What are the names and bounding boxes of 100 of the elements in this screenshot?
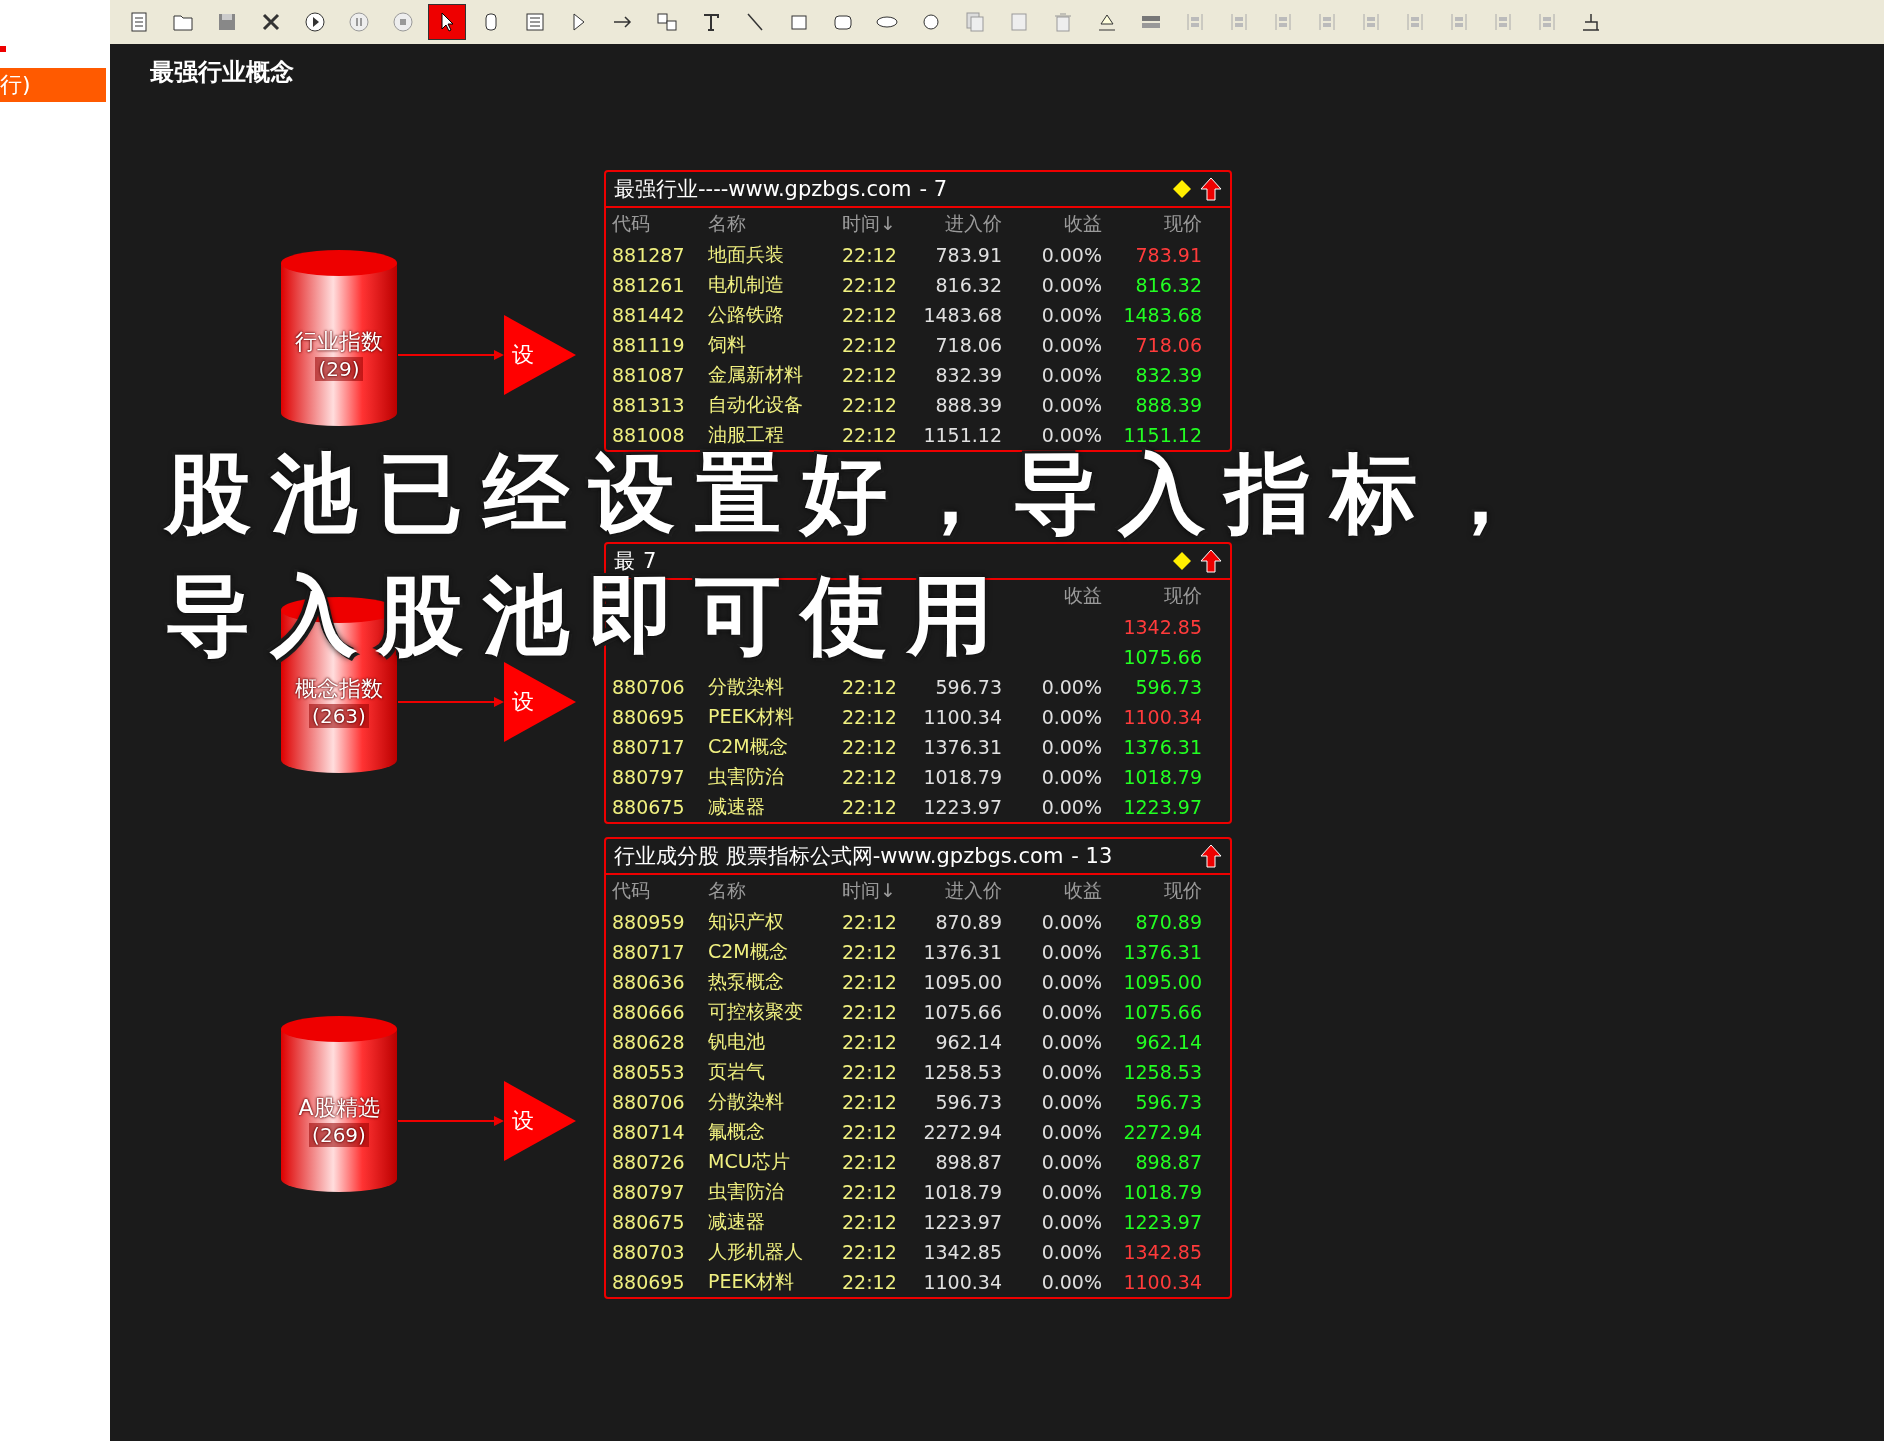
source-count: (269) bbox=[309, 1123, 369, 1147]
price-cell-text: 1376.31 bbox=[1122, 736, 1202, 758]
caption-text: 股池已经设置好，导入指标， bbox=[165, 450, 1543, 536]
up-arrow-icon[interactable] bbox=[1200, 177, 1222, 201]
price-cell-text: 888.39 bbox=[1134, 394, 1202, 416]
time-cell-text: 22:12 bbox=[842, 766, 898, 788]
change-cell-text: 0.00% bbox=[1040, 1181, 1102, 1203]
entry-price-cell-text: 1258.53 bbox=[922, 1061, 1002, 1083]
name-cell-text: 知识产权 bbox=[708, 909, 785, 934]
column-header[interactable]: 现价 bbox=[1102, 211, 1202, 237]
time-cell-text: 22:12 bbox=[842, 736, 898, 758]
column-header[interactable]: 现价 bbox=[1102, 583, 1202, 609]
price-cell-text: 1223.97 bbox=[1122, 1211, 1202, 1233]
entry-price-cell-text: 962.14 bbox=[934, 1031, 1002, 1053]
column-header[interactable]: 收益 bbox=[1002, 211, 1102, 237]
source-count: (29) bbox=[315, 357, 363, 381]
column-header[interactable]: 收益 bbox=[1002, 583, 1102, 609]
time-cell-text: 22:12 bbox=[842, 1211, 898, 1233]
toolbar-button[interactable] bbox=[428, 4, 466, 40]
time-cell-text: 22:12 bbox=[842, 1271, 898, 1293]
change-cell-text: 0.00% bbox=[1040, 304, 1102, 326]
time-cell-text: 22:12 bbox=[842, 1061, 898, 1083]
change-cell-text: 0.00% bbox=[1040, 1061, 1102, 1083]
tool-icon bbox=[347, 10, 371, 34]
name-cell-text: 人形机器人 bbox=[708, 1239, 804, 1264]
column-header[interactable]: 时间↓ bbox=[842, 211, 912, 237]
code-cell-text: 880797 bbox=[612, 766, 686, 788]
code-cell-text: 881261 bbox=[612, 274, 686, 296]
entry-price-cell-text: 1223.97 bbox=[922, 796, 1002, 818]
name-cell-text: 分散染料 bbox=[708, 1089, 785, 1114]
price-cell-text: 718.06 bbox=[1134, 334, 1202, 356]
time-cell-text: 22:12 bbox=[842, 1091, 898, 1113]
column-header[interactable]: 收益 bbox=[1002, 878, 1102, 904]
code-cell-text: 880666 bbox=[612, 1001, 686, 1023]
entry-price-cell-text: 816.32 bbox=[934, 274, 1002, 296]
source-count: (263) bbox=[309, 704, 369, 728]
time-cell-text: 22:12 bbox=[842, 1121, 898, 1143]
column-header[interactable]: 时间↓ bbox=[842, 878, 912, 904]
change-cell-text: 0.00% bbox=[1040, 1121, 1102, 1143]
price-cell-text: 1223.97 bbox=[1122, 796, 1202, 818]
change-cell-text: 0.00% bbox=[1040, 1031, 1102, 1053]
name-cell-text: 电机制造 bbox=[708, 272, 785, 297]
change-cell-text: 0.00% bbox=[1040, 736, 1102, 758]
entry-price-cell-text: 596.73 bbox=[934, 1091, 1002, 1113]
price-cell-text: 1075.66 bbox=[1122, 1001, 1202, 1023]
price-cell-text: 1342.85 bbox=[1122, 1241, 1202, 1263]
column-header[interactable]: 代码 bbox=[612, 211, 708, 237]
name-cell-text: 公路铁路 bbox=[708, 302, 785, 327]
tool-icon bbox=[523, 10, 547, 34]
code-cell-text: 880695 bbox=[612, 1271, 686, 1293]
name-cell-text: 金属新材料 bbox=[708, 362, 804, 387]
change-cell-text: 0.00% bbox=[1040, 941, 1102, 963]
price-cell-text: 898.87 bbox=[1134, 1151, 1202, 1173]
list-item[interactable]: 行) bbox=[0, 68, 106, 102]
price-cell-text: 1018.79 bbox=[1122, 1181, 1202, 1203]
price-cell-text: 1342.85 bbox=[1122, 616, 1202, 638]
change-cell-text: 0.00% bbox=[1040, 706, 1102, 728]
set-button[interactable]: 设 bbox=[504, 1081, 576, 1161]
price-cell-text: 1483.68 bbox=[1122, 304, 1202, 326]
up-arrow-icon[interactable] bbox=[1200, 549, 1222, 573]
name-cell-text: MCU芯片 bbox=[708, 1149, 791, 1174]
price-cell-text: 2272.94 bbox=[1122, 1121, 1202, 1143]
column-header[interactable]: 进入价 bbox=[912, 211, 1002, 237]
entry-price-cell-text: 783.91 bbox=[934, 244, 1002, 266]
column-header[interactable]: 名称 bbox=[708, 211, 842, 237]
price-cell-text: 1376.31 bbox=[1122, 941, 1202, 963]
time-cell-text: 22:12 bbox=[842, 796, 898, 818]
price-cell-text: 596.73 bbox=[1134, 676, 1202, 698]
entry-price-cell-text: 1018.79 bbox=[922, 1181, 1002, 1203]
entry-price-cell-text: 2272.94 bbox=[922, 1121, 1002, 1143]
price-cell-text: 1100.34 bbox=[1122, 706, 1202, 728]
marker-icon bbox=[0, 46, 6, 52]
tool-icon bbox=[655, 10, 679, 34]
panel-count: - 13 bbox=[1071, 844, 1113, 868]
code-cell-text: 880714 bbox=[612, 1121, 686, 1143]
price-cell-text: 783.91 bbox=[1134, 244, 1202, 266]
price-cell-text: 1151.12 bbox=[1122, 424, 1202, 446]
entry-price-cell-text: 1223.97 bbox=[922, 1211, 1002, 1233]
set-button[interactable]: 设 bbox=[504, 662, 576, 742]
change-cell-text: 0.00% bbox=[1040, 1211, 1102, 1233]
code-cell-text: 880636 bbox=[612, 971, 686, 993]
column-header[interactable]: 代码 bbox=[612, 878, 708, 904]
column-header[interactable]: 进入价 bbox=[912, 878, 1002, 904]
column-header[interactable]: 名称 bbox=[708, 878, 842, 904]
page-title: 最强行业概念 bbox=[150, 57, 294, 88]
change-cell-text: 0.00% bbox=[1040, 676, 1102, 698]
name-cell-text: C2M概念 bbox=[708, 939, 789, 964]
change-cell-text: 0.00% bbox=[1040, 244, 1102, 266]
set-button[interactable]: 设 bbox=[504, 315, 576, 395]
change-cell-text: 0.00% bbox=[1040, 971, 1102, 993]
code-cell-text: 881008 bbox=[612, 424, 686, 446]
change-cell-text: 0.00% bbox=[1040, 1271, 1102, 1293]
time-cell-text: 22:12 bbox=[842, 1031, 898, 1053]
entry-price-cell-text: 1483.68 bbox=[922, 304, 1002, 326]
code-cell-text: 880703 bbox=[612, 1241, 686, 1263]
entry-price-cell-text: 1151.12 bbox=[922, 424, 1002, 446]
column-header[interactable]: 现价 bbox=[1102, 878, 1202, 904]
panel-title: 最 bbox=[614, 548, 635, 575]
up-arrow-icon[interactable] bbox=[1200, 844, 1222, 868]
code-cell-text: 880675 bbox=[612, 796, 686, 818]
